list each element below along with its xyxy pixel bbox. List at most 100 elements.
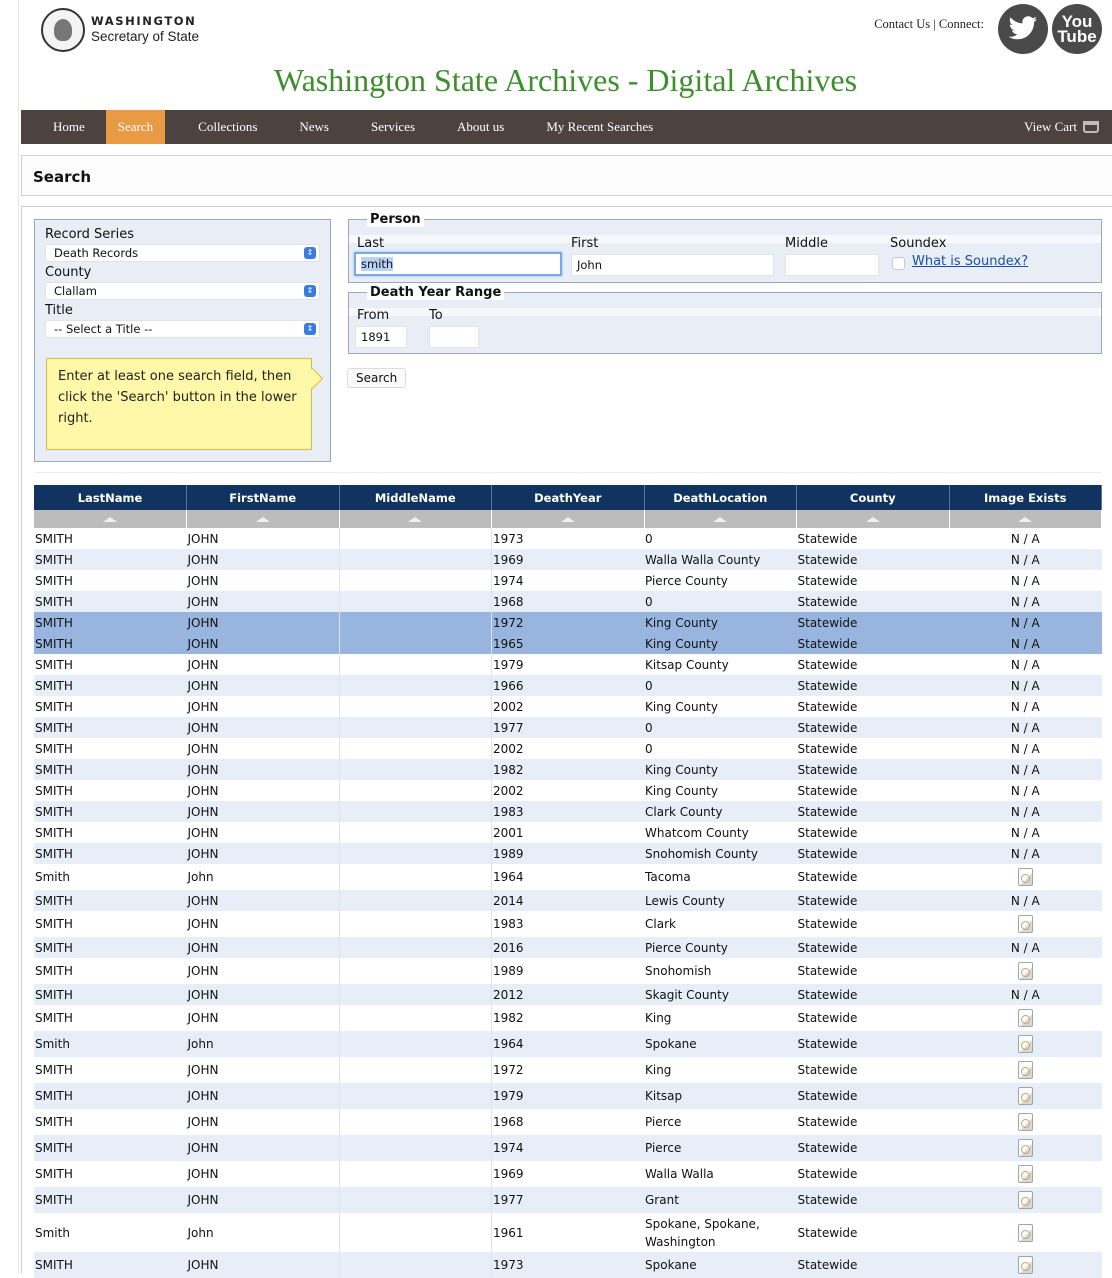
cell-image[interactable]	[949, 1109, 1102, 1135]
col-deathyear[interactable]: DeathYear	[491, 485, 645, 510]
cell-image[interactable]	[949, 1252, 1102, 1278]
table-row[interactable]: SMITH JOHN 2002 0 Statewide N / A	[34, 738, 1102, 759]
col-firstname[interactable]: FirstName	[186, 485, 340, 510]
sort-image-exists[interactable]	[949, 510, 1102, 528]
view-image-icon[interactable]	[1017, 868, 1033, 887]
cell-image[interactable]	[949, 958, 1102, 984]
view-image-icon[interactable]	[1017, 1113, 1033, 1132]
view-image-icon[interactable]	[1017, 1139, 1033, 1158]
contact-us-link[interactable]: Contact Us	[874, 17, 930, 31]
table-row[interactable]: SMITH JOHN 1968 0 Statewide N / A	[34, 591, 1102, 612]
table-row[interactable]: SMITH JOHN 1983 Clark County Statewide N / A	[34, 801, 1102, 822]
col-deathlocation[interactable]: DeathLocation	[644, 485, 797, 510]
table-row[interactable]: SMITH JOHN 1973 Spokane Statewide	[34, 1252, 1102, 1278]
table-row[interactable]: SMITH JOHN 1972 King Statewide	[34, 1057, 1102, 1083]
first-name-input[interactable]: John	[571, 254, 774, 276]
view-cart-link[interactable]: View Cart	[1024, 119, 1112, 135]
sort-firstname[interactable]	[186, 510, 340, 528]
table-row[interactable]: SMITH JOHN 1983 Clark Statewide	[34, 911, 1102, 937]
view-image-icon[interactable]	[1017, 1191, 1033, 1210]
cell-location: King	[644, 1005, 797, 1031]
col-middlename[interactable]: MiddleName	[339, 485, 492, 510]
table-row[interactable]: Smith John 1964 Tacoma Statewide	[34, 864, 1102, 890]
site-logo[interactable]: WASHINGTON Secretary of State	[41, 8, 199, 52]
soundex-checkbox[interactable]	[892, 257, 905, 270]
cell-last: SMITH	[34, 717, 187, 738]
sort-arrow-icon	[560, 517, 575, 522]
record-series-select[interactable]: Death Records ⇕	[45, 244, 320, 262]
table-row[interactable]: SMITH JOHN 1973 0 Statewide N / A	[34, 528, 1102, 549]
table-row[interactable]: SMITH JOHN 1974 Pierce Statewide	[34, 1135, 1102, 1161]
middle-name-input[interactable]	[785, 254, 879, 276]
sort-middlename[interactable]	[339, 510, 492, 528]
cell-image[interactable]	[949, 1187, 1102, 1213]
youtube-icon[interactable]: You Tube	[1052, 4, 1102, 54]
cell-image[interactable]	[949, 864, 1102, 890]
cell-image[interactable]	[949, 1031, 1102, 1057]
nav-about-us[interactable]: About us	[436, 110, 525, 144]
cell-image: N / A	[949, 591, 1102, 612]
col-county[interactable]: County	[796, 485, 950, 510]
table-row[interactable]: SMITH JOHN 1982 King County Statewide N / A	[34, 759, 1102, 780]
county-select[interactable]: Clallam ⇕	[45, 282, 320, 300]
table-row[interactable]: SMITH JOHN 2001 Whatcom County Statewide N / …	[34, 822, 1102, 843]
table-row[interactable]: SMITH JOHN 1977 0 Statewide N / A	[34, 717, 1102, 738]
nav-search[interactable]: Search	[105, 110, 166, 144]
view-image-icon[interactable]	[1017, 1256, 1033, 1275]
nav-collections[interactable]: Collections	[177, 110, 278, 144]
table-row[interactable]: SMITH JOHN 2012 Skagit County Statewide N / A	[34, 984, 1102, 1005]
table-row[interactable]: SMITH JOHN 2014 Lewis County Statewide N / A	[34, 890, 1102, 911]
cell-last: SMITH	[34, 549, 187, 570]
what-is-soundex-link[interactable]: What is Soundex?	[912, 254, 1028, 269]
nav-news[interactable]: News	[278, 110, 350, 144]
nav-recent-searches[interactable]: My Recent Searches	[525, 110, 674, 144]
table-row[interactable]: Smith John 1961 Spokane, Spokane, Washingto…	[34, 1213, 1102, 1252]
col-image-exists[interactable]: Image Exists	[949, 485, 1102, 510]
cell-image[interactable]	[949, 911, 1102, 937]
table-row[interactable]: SMITH JOHN 2002 King County Statewide N / A	[34, 696, 1102, 717]
table-row[interactable]: SMITH JOHN 1965 King County Statewide N / A	[34, 633, 1102, 654]
table-row[interactable]: SMITH JOHN 1989 Snohomish Statewide	[34, 958, 1102, 984]
search-button[interactable]: Search	[347, 368, 407, 388]
twitter-icon[interactable]	[998, 4, 1048, 54]
cell-image[interactable]	[949, 1083, 1102, 1109]
table-row[interactable]: SMITH JOHN 1968 Pierce Statewide	[34, 1109, 1102, 1135]
sort-deathyear[interactable]	[491, 510, 645, 528]
table-row[interactable]: SMITH JOHN 1972 King County Statewide N / A	[34, 612, 1102, 633]
table-row[interactable]: SMITH JOHN 1969 Walla Walla County Statewide…	[34, 549, 1102, 570]
table-row[interactable]: SMITH JOHN 2016 Pierce County Statewide N / A	[34, 937, 1102, 958]
sort-deathlocation[interactable]	[644, 510, 797, 528]
nav-services[interactable]: Services	[350, 110, 436, 144]
table-row[interactable]: SMITH JOHN 1969 Walla Walla Statewide	[34, 1161, 1102, 1187]
view-image-icon[interactable]	[1017, 1035, 1033, 1054]
view-image-icon[interactable]	[1017, 915, 1033, 934]
table-row[interactable]: SMITH JOHN 2002 King County Statewide N / A	[34, 780, 1102, 801]
cell-image[interactable]	[949, 1213, 1102, 1252]
table-row[interactable]: SMITH JOHN 1974 Pierce County Statewide N / A	[34, 570, 1102, 591]
table-row[interactable]: SMITH JOHN 1982 King Statewide	[34, 1005, 1102, 1031]
from-year-input[interactable]: 1891	[355, 326, 407, 348]
view-image-icon[interactable]	[1017, 1165, 1033, 1184]
sort-lastname[interactable]	[34, 510, 187, 528]
nav-home[interactable]: Home	[21, 110, 106, 144]
table-row[interactable]: SMITH JOHN 1977 Grant Statewide	[34, 1187, 1102, 1213]
view-image-icon[interactable]	[1017, 1223, 1033, 1242]
title-select[interactable]: -- Select a Title -- ⇕	[45, 320, 320, 338]
to-year-input[interactable]	[429, 326, 479, 348]
view-image-icon[interactable]	[1017, 962, 1033, 981]
cell-image[interactable]	[949, 1161, 1102, 1187]
cell-image[interactable]	[949, 1135, 1102, 1161]
cell-image[interactable]	[949, 1005, 1102, 1031]
table-row[interactable]: SMITH JOHN 1979 Kitsap County Statewide N / A	[34, 654, 1102, 675]
col-lastname[interactable]: LastName	[34, 485, 187, 510]
view-image-icon[interactable]	[1017, 1061, 1033, 1080]
view-image-icon[interactable]	[1017, 1009, 1033, 1028]
table-row[interactable]: Smith John 1964 Spokane Statewide	[34, 1031, 1102, 1057]
last-name-input[interactable]: smith	[354, 252, 562, 276]
sort-county[interactable]	[796, 510, 950, 528]
table-row[interactable]: SMITH JOHN 1979 Kitsap Statewide	[34, 1083, 1102, 1109]
view-image-icon[interactable]	[1017, 1087, 1033, 1106]
table-row[interactable]: SMITH JOHN 1989 Snohomish County Statewide N …	[34, 843, 1102, 864]
table-row[interactable]: SMITH JOHN 1966 0 Statewide N / A	[34, 675, 1102, 696]
cell-image[interactable]	[949, 1057, 1102, 1083]
